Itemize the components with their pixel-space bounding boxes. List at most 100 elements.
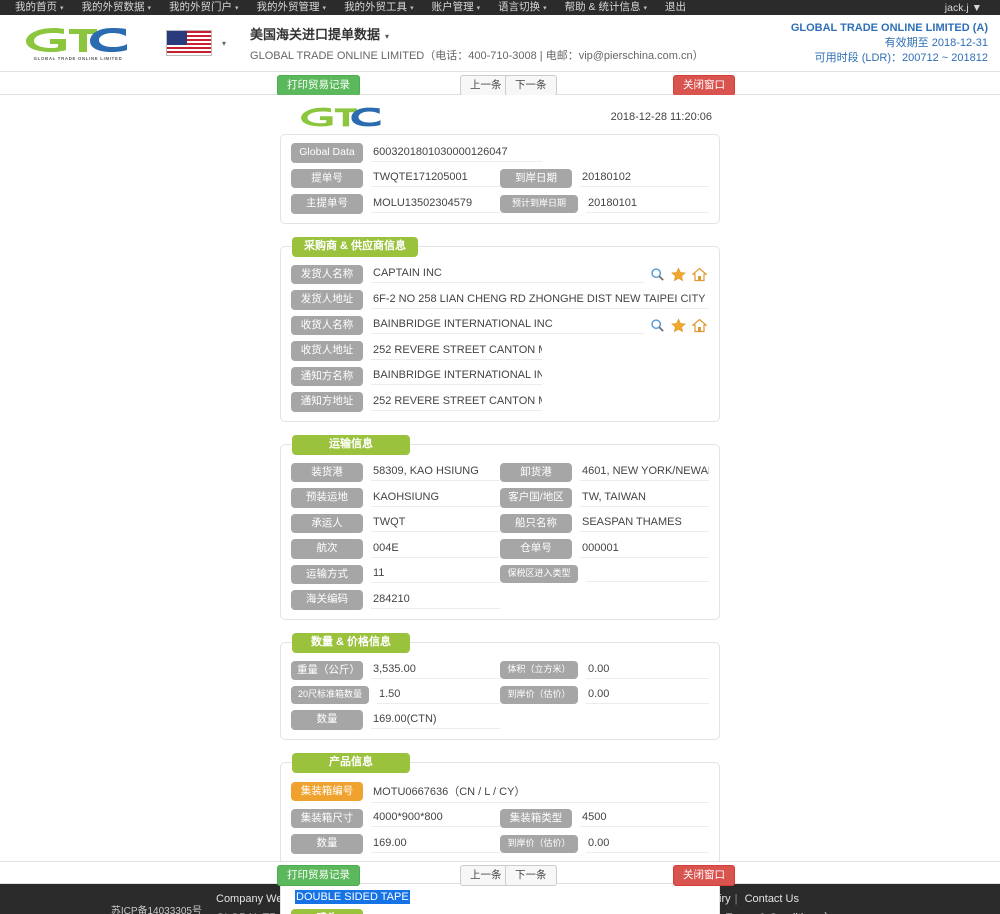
notify-name-value: BAINBRIDGE INTERNATIONAL INC	[371, 367, 542, 386]
nav-item-trade-portal[interactable]: 我的外贸门户 ▾	[160, 0, 248, 16]
previous-record-button-bottom[interactable]: 上一条	[460, 865, 512, 886]
bill-no-label: 提单号	[291, 168, 363, 188]
shipping-mark-label: 唛头	[291, 909, 363, 914]
nav-item-home[interactable]: 我的首页 ▾	[6, 0, 73, 16]
chevron-down-icon: ▾	[410, 4, 414, 12]
carrier-label: 承运人	[291, 513, 363, 533]
separator: |	[734, 893, 738, 905]
cif-price-value: 0.00	[586, 686, 709, 704]
notify-address-label: 通知方地址	[291, 392, 363, 412]
account-expiry: 有效期至 2018-12-31	[884, 37, 988, 49]
chevron-down-icon: ▾	[322, 4, 327, 12]
transport-mode-value: 11	[371, 565, 500, 584]
nav-item-label: 语言切换	[498, 0, 541, 13]
home-icon[interactable]	[692, 318, 707, 333]
nav-item-account-management[interactable]: 账户管理 ▾	[423, 0, 490, 16]
close-window-button[interactable]: 关闭窗口	[673, 75, 735, 96]
close-window-button-bottom[interactable]: 关闭窗口	[673, 865, 735, 886]
star-icon[interactable]	[671, 318, 686, 333]
search-icon[interactable]	[650, 267, 665, 282]
master-bill-value: MOLU13502304579	[371, 195, 500, 213]
site-header: GLOBAL TRADE ONLINE LIMITED ▾ 美国海关进口提单数据…	[0, 15, 1000, 72]
next-record-button[interactable]: 下一条	[505, 75, 557, 96]
weight-value: 3,535.00	[371, 661, 500, 680]
field-row: 集装箱编号 MOTU0667636（CN / L / CY）	[291, 781, 709, 803]
field-row: 20尺标准箱数量 1.50 到岸价（估价） 0.00	[291, 686, 709, 704]
account-name: GLOBAL TRADE ONLINE LIMITED (A)	[790, 22, 988, 34]
star-icon[interactable]	[671, 267, 686, 282]
page-title[interactable]: 美国海关进口提单数据 ▾	[250, 24, 704, 43]
product-description-value: DOUBLE SIDED TAPE	[295, 890, 410, 904]
bill-no-value: TWQTE171205001	[371, 169, 500, 188]
chevron-down-icon: ▾	[60, 4, 64, 12]
print-record-button[interactable]: 打印贸易记录	[277, 75, 360, 96]
basic-info-card: Global Data 6003201801030000126047 提单号 T…	[280, 134, 720, 224]
manifest-no-value: 000001	[580, 540, 709, 558]
company-contact-line: GLOBAL TRADE ONLINE LIMITED（电话：400-710-3…	[250, 49, 704, 62]
gtc-logo-icon	[26, 28, 127, 52]
nav-item-label: 退出	[664, 1, 686, 13]
field-row: 航次 004E 仓单号 000001	[291, 539, 709, 559]
notify-address-value: 252 REVERE STREET CANTON MA 02021 U S A	[371, 393, 542, 411]
container-type-label: 集装箱类型	[500, 808, 572, 828]
container-no-label: 集装箱编号	[291, 781, 363, 802]
print-record-button-bottom[interactable]: 打印贸易记录	[277, 865, 360, 886]
gtc-logo[interactable]: GLOBAL TRADE ONLINE LIMITED	[18, 25, 138, 61]
chevron-down-icon: ▾	[222, 38, 227, 48]
customer-country-value: TW, TAIWAN	[580, 489, 709, 507]
consignee-action-icons	[650, 318, 709, 333]
product-info-card: 产品信息 集装箱编号 MOTU0667636（CN / L / CY） 集装箱尺…	[280, 752, 720, 914]
home-icon[interactable]	[692, 267, 707, 282]
field-row: 通知方地址 252 REVERE STREET CANTON MA 02021 …	[291, 392, 709, 412]
field-row: 唛头	[291, 909, 709, 914]
volume-label: 体积（立方米）	[500, 661, 578, 680]
previous-record-button[interactable]: 上一条	[460, 75, 512, 96]
nav-item-help-stats[interactable]: 帮助 & 统计信息 ▾	[556, 0, 656, 16]
product-cif-label: 到岸价（估价）	[500, 834, 578, 853]
us-flag-icon	[166, 30, 212, 56]
master-bill-label: 主提单号	[291, 194, 363, 214]
customer-country-label: 客户国/地区	[500, 488, 572, 508]
product-cif-value: 0.00	[586, 835, 709, 853]
field-row: Global Data 6003201801030000126047	[291, 143, 709, 163]
country-selector[interactable]: ▾	[166, 30, 226, 56]
field-row: 装货港 58309, KAO HSIUNG 卸货港 4601, NEW YORK…	[291, 462, 709, 482]
field-row: 主提单号 MOLU13502304579 预计到岸日期 20180101	[291, 194, 709, 214]
nav-item-label: 帮助 & 统计信息	[564, 0, 641, 13]
estimated-arrival-label: 预计到岸日期	[500, 194, 578, 213]
quantity-value: 169.00(CTN)	[371, 711, 500, 729]
field-row: 发货人名称 CAPTAIN INC	[291, 264, 709, 284]
product-quantity-label: 数量	[291, 834, 363, 854]
nav-item-trade-tools[interactable]: 我的外贸工具 ▾	[335, 0, 423, 16]
discharge-port-value: 4601, NEW YORK/NEWARK A	[580, 463, 709, 482]
nav-item-trade-data[interactable]: 我的外贸数据 ▾	[73, 0, 161, 16]
chevron-down-icon: ▾	[543, 4, 547, 12]
field-row: 收货人名称 BAINBRIDGE INTERNATIONAL INC	[291, 315, 709, 335]
quantity-price-card: 数量 & 价格信息 重量（公斤） 3,535.00 体积（立方米） 0.00 2…	[280, 632, 720, 740]
field-row: 预装运地 KAOHSIUNG 客户国/地区 TW, TAIWAN	[291, 488, 709, 508]
product-quantity-value: 169.00	[371, 835, 500, 853]
discharge-port-label: 卸货港	[500, 462, 572, 482]
footer-link-contact-us[interactable]: Contact Us	[745, 893, 799, 905]
carrier-value: TWQT	[371, 514, 500, 533]
voyage-label: 航次	[291, 539, 363, 559]
user-menu[interactable]: jack.j ▼	[945, 2, 994, 14]
nav-item-label: 我的外贸门户	[169, 0, 233, 13]
logo-subtitle: GLOBAL TRADE ONLINE LIMITED	[33, 56, 123, 61]
nav-item-logout[interactable]: 退出	[656, 0, 695, 15]
next-record-button-bottom[interactable]: 下一条	[505, 865, 557, 886]
field-row: 收货人地址 252 REVERE STREET CANTON MA 02021 …	[291, 341, 709, 361]
nav-item-label: 我的外贸管理	[256, 0, 320, 13]
top-navigation-bar: 我的首页 ▾ 我的外贸数据 ▾ 我的外贸门户 ▾ 我的外贸管理 ▾ 我的外贸工具 ▾ 账户…	[0, 0, 1000, 15]
field-row: 集装箱尺寸 4000*900*800 集装箱类型 4500	[291, 808, 709, 828]
arrival-date-value: 20180102	[580, 169, 709, 188]
shipper-address-value: 6F-2 NO 258 LIAN CHENG RD ZHONGHE DIST N…	[371, 291, 709, 309]
record-timestamp: 2018-12-28 11:20:06	[610, 111, 712, 123]
record-sheet: 2018-12-28 11:20:06 Global Data 60032018…	[280, 98, 720, 914]
nav-item-trade-management[interactable]: 我的外贸管理 ▾	[248, 0, 336, 16]
gtc-logo-icon	[301, 107, 381, 127]
search-icon[interactable]	[650, 318, 665, 333]
nav-item-language-switch[interactable]: 语言切换 ▾	[489, 0, 556, 16]
weight-label: 重量（公斤）	[291, 660, 363, 680]
teu-label: 20尺标准箱数量	[291, 686, 369, 704]
